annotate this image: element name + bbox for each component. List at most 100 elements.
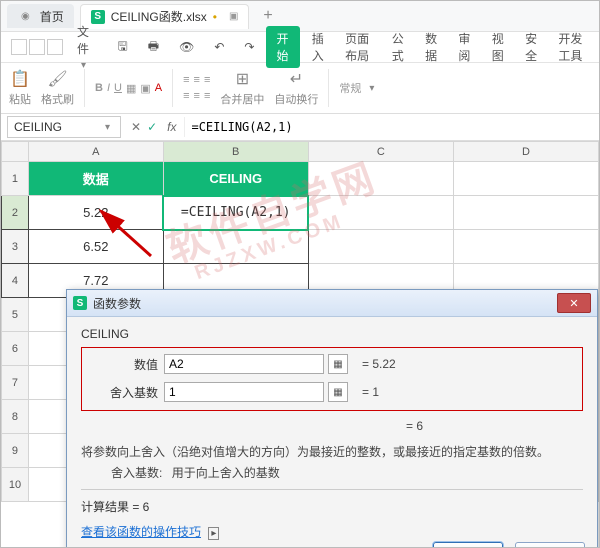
ribbon-paste-label: 粘贴	[9, 91, 31, 107]
menu-file[interactable]: 文件▾	[69, 19, 106, 75]
row-header[interactable]: 10	[2, 468, 29, 502]
row-header[interactable]: 8	[2, 400, 29, 434]
menu-formula[interactable]: 公式	[384, 26, 413, 68]
ribbon-font-group[interactable]: B I U ▦ ▣ A	[95, 82, 162, 95]
ribbon-merge-label: 合并居中	[220, 91, 264, 107]
tab-options-icon[interactable]: ▣	[229, 11, 238, 22]
name-box[interactable]: CEILING ▾	[7, 116, 121, 138]
ribbon-paste[interactable]: 📋 粘贴	[9, 69, 31, 107]
align-mid-icon: ≡	[194, 74, 200, 86]
row-header[interactable]: 3	[2, 230, 29, 264]
header-cell-data[interactable]: 数据	[28, 162, 163, 196]
ribbon-number-format[interactable]: 常规▾	[339, 80, 378, 96]
menu-dev-tools[interactable]: 开发工具	[550, 26, 593, 68]
menu-start[interactable]: 开始	[266, 26, 299, 68]
select-all-corner[interactable]	[2, 142, 29, 162]
merge-icon: ⊞	[232, 69, 252, 89]
col-header-a[interactable]: A	[28, 142, 163, 162]
header-cell-ceiling[interactable]: CEILING	[163, 162, 308, 196]
ribbon-align-group[interactable]: ≡ ≡ ≡ ≡ ≡ ≡	[183, 74, 210, 102]
formula-input[interactable]	[184, 117, 599, 137]
cell[interactable]	[308, 196, 453, 230]
align-top-icon: ≡	[183, 74, 189, 86]
row-header[interactable]: 4	[2, 264, 29, 298]
col-header-d[interactable]: D	[453, 142, 598, 162]
qat-preview-icon[interactable]: 👁	[171, 36, 202, 58]
underline-icon: U	[114, 82, 122, 95]
cancel-button[interactable]: 取消	[515, 542, 585, 548]
name-box-value: CEILING	[14, 120, 62, 134]
row-header[interactable]: 9	[2, 434, 29, 468]
align-bot-icon: ≡	[204, 74, 210, 86]
row-header[interactable]: 1	[2, 162, 29, 196]
qat-undo-icon[interactable]: ↶	[206, 36, 232, 58]
cell-b2-editing[interactable]: =CEILING(A2,1)	[163, 196, 308, 230]
spreadsheet-icon: S	[73, 296, 87, 310]
cell[interactable]	[453, 162, 598, 196]
border-icon: ▦	[126, 82, 136, 95]
home-icon: ◉	[21, 11, 30, 22]
format-painter-icon: 🖌	[48, 69, 68, 89]
paste-icon: 📋	[10, 69, 30, 89]
cell-a3[interactable]: 6.52	[28, 230, 163, 264]
tab-home[interactable]: ◉ 首页	[7, 4, 74, 28]
param1-input[interactable]	[164, 354, 324, 374]
window-layout-buttons[interactable]	[11, 39, 65, 55]
cell[interactable]	[453, 196, 598, 230]
align-right-icon: ≡	[204, 90, 210, 102]
col-header-b[interactable]: B	[163, 142, 308, 162]
menu-security[interactable]: 安全	[517, 26, 546, 68]
menu-bar: 文件▾ 🖫 🖶 👁 ↶ ↷ 开始 插入 页面布局 公式 数据 审阅 视图 安全 …	[1, 32, 599, 63]
function-arguments-dialog: S 函数参数 ✕ CEILING 数值 ▦ = 5.22 舍入基数 ▦ = 1	[66, 289, 598, 548]
param2-range-picker-icon[interactable]: ▦	[328, 382, 348, 402]
param2-input[interactable]	[164, 382, 324, 402]
tab-document-label: CEILING函数.xlsx	[111, 8, 207, 25]
ribbon-wrap[interactable]: ↵ 自动换行	[274, 69, 318, 107]
ribbon-merge[interactable]: ⊞ 合并居中	[220, 69, 264, 107]
ribbon-format-label: 格式刷	[41, 91, 74, 107]
row-header[interactable]: 6	[2, 332, 29, 366]
row-header[interactable]: 5	[2, 298, 29, 332]
menu-insert[interactable]: 插入	[304, 26, 333, 68]
wrap-icon: ↵	[286, 69, 306, 89]
tab-home-label: 首页	[40, 8, 64, 25]
menu-view[interactable]: 视图	[484, 26, 513, 68]
help-link[interactable]: 查看该函数的操作技巧	[81, 525, 201, 539]
cell[interactable]	[308, 162, 453, 196]
col-header-c[interactable]: C	[308, 142, 453, 162]
param1-range-picker-icon[interactable]: ▦	[328, 354, 348, 374]
new-tab-button[interactable]: +	[255, 7, 280, 25]
modified-indicator: •	[213, 10, 217, 24]
ribbon-format-painter[interactable]: 🖌 格式刷	[41, 69, 74, 107]
italic-icon: I	[107, 82, 110, 95]
param1-label: 数值	[88, 356, 158, 373]
param2-label: 舍入基数	[88, 384, 158, 401]
row-header[interactable]: 7	[2, 366, 29, 400]
dialog-close-button[interactable]: ✕	[557, 293, 591, 313]
cell[interactable]	[453, 230, 598, 264]
dialog-function-name: CEILING	[81, 327, 583, 341]
qat-redo-icon[interactable]: ↷	[236, 36, 262, 58]
row-header[interactable]: 2	[2, 196, 29, 230]
font-color-icon: A	[155, 82, 162, 95]
cell[interactable]	[163, 230, 308, 264]
qat-print-icon[interactable]: 🖶	[140, 33, 167, 62]
chevron-down-icon: ▾	[105, 122, 110, 133]
menu-data[interactable]: 数据	[417, 26, 446, 68]
bold-icon: B	[95, 82, 103, 95]
ok-button[interactable]: 确定	[433, 542, 503, 548]
qat-save-icon[interactable]: 🖫	[110, 33, 136, 62]
formula-cancel-icon[interactable]: ✕	[131, 120, 141, 134]
ribbon-wrap-label: 自动换行	[274, 91, 318, 107]
dialog-title-bar[interactable]: S 函数参数 ✕	[67, 290, 597, 317]
formula-confirm-icon[interactable]: ✓	[147, 120, 157, 134]
cell-a2[interactable]: 5.22	[28, 196, 163, 230]
cell[interactable]	[308, 230, 453, 264]
tip-icon[interactable]: ▸	[208, 527, 219, 540]
align-left-icon: ≡	[183, 90, 189, 102]
fx-icon[interactable]: fx	[167, 120, 176, 134]
menu-review[interactable]: 审阅	[450, 26, 479, 68]
formula-bar: CEILING ▾ ✕ ✓ fx	[1, 114, 599, 141]
calc-result: 计算结果 = 6	[81, 498, 583, 515]
menu-page-layout[interactable]: 页面布局	[337, 26, 380, 68]
